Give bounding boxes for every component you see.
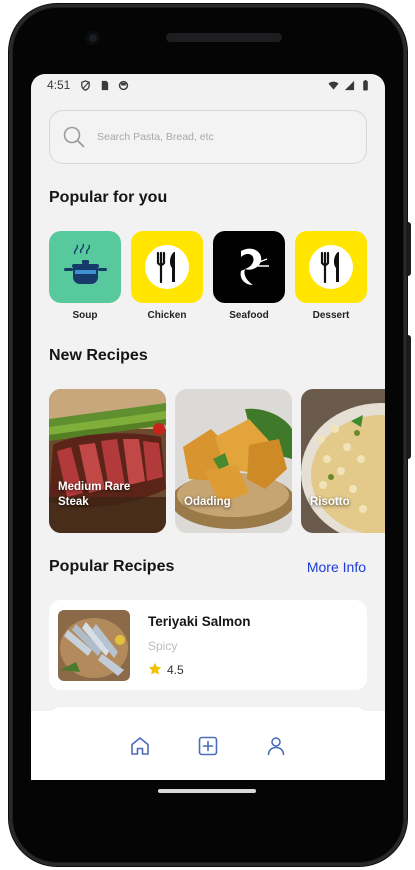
popular-for-you-heading: Popular for you (49, 189, 168, 206)
category-seafood[interactable]: Seafood (213, 231, 285, 323)
status-time: 4:51 (47, 78, 71, 92)
nav-add-button[interactable] (196, 734, 220, 758)
home-icon (131, 736, 149, 755)
recipe-card-risotto[interactable]: Risotto (301, 389, 385, 533)
popular-recipes-heading: Popular Recipes (49, 558, 175, 575)
popular-recipe-card[interactable]: Teriyaki Salmon Spicy 4.5 (49, 600, 367, 690)
front-camera (86, 31, 100, 45)
volume-button (406, 222, 411, 276)
shield-icon (81, 79, 91, 91)
nav-profile-button[interactable] (264, 734, 288, 758)
recipe-card-label: Risotto (310, 496, 350, 509)
recipe-card-steak[interactable]: Medium Rare Steak (49, 389, 166, 533)
fish-icon (240, 248, 269, 285)
category-label: Chicken (147, 310, 187, 321)
system-home-indicator[interactable] (158, 789, 256, 793)
fork-knife-icon (145, 245, 189, 289)
fish-platter-photo (58, 610, 130, 681)
recipe-name: Teriyaki Salmon (148, 614, 251, 629)
category-label: Seafood (229, 310, 269, 321)
recipe-card-label: Medium Rare Steak (58, 481, 131, 509)
signal-icon (344, 80, 355, 90)
category-dessert[interactable]: Dessert (295, 231, 367, 323)
category-tile (49, 231, 121, 303)
earpiece-speaker (166, 33, 282, 42)
steak-photo (49, 389, 166, 533)
search-icon (63, 126, 85, 148)
add-icon (198, 736, 218, 755)
app-screen: 4:51 Popular for you (31, 74, 385, 780)
bottom-navigation (31, 711, 385, 780)
new-recipes-heading: New Recipes (49, 347, 148, 364)
category-soup[interactable]: Soup (49, 231, 121, 323)
category-tile (131, 231, 203, 303)
star-icon (148, 662, 162, 675)
recipe-thumbnail (58, 610, 130, 681)
more-info-link[interactable]: More Info (307, 559, 366, 575)
circle-icon (119, 80, 129, 90)
recipe-rating: 4.5 (167, 663, 184, 677)
category-label: Dessert (312, 310, 350, 321)
category-tile (213, 231, 285, 303)
category-label: Soup (72, 310, 98, 321)
battery-icon (363, 79, 368, 91)
pot-icon (64, 243, 107, 284)
fried-bread-photo (175, 389, 292, 533)
nav-home-button[interactable] (128, 734, 152, 758)
search-input[interactable] (97, 131, 327, 143)
sim-card-icon (102, 80, 109, 90)
recipe-card-label: Odading (184, 496, 231, 509)
category-list: Soup Chicken Seafood Dessert (49, 231, 385, 323)
category-chicken[interactable]: Chicken (131, 231, 203, 323)
category-tile (295, 231, 367, 303)
wifi-icon (328, 81, 339, 90)
power-button (406, 335, 411, 459)
profile-icon (267, 736, 285, 755)
recipe-card-odading[interactable]: Odading (175, 389, 292, 533)
new-recipes-list: Medium Rare Steak Odading Risotto (49, 389, 385, 533)
status-bar: 4:51 (31, 74, 385, 96)
search-bar[interactable] (49, 110, 367, 164)
recipe-tag: Spicy (148, 639, 178, 653)
fork-knife-icon (309, 245, 353, 289)
risotto-photo (301, 389, 385, 533)
